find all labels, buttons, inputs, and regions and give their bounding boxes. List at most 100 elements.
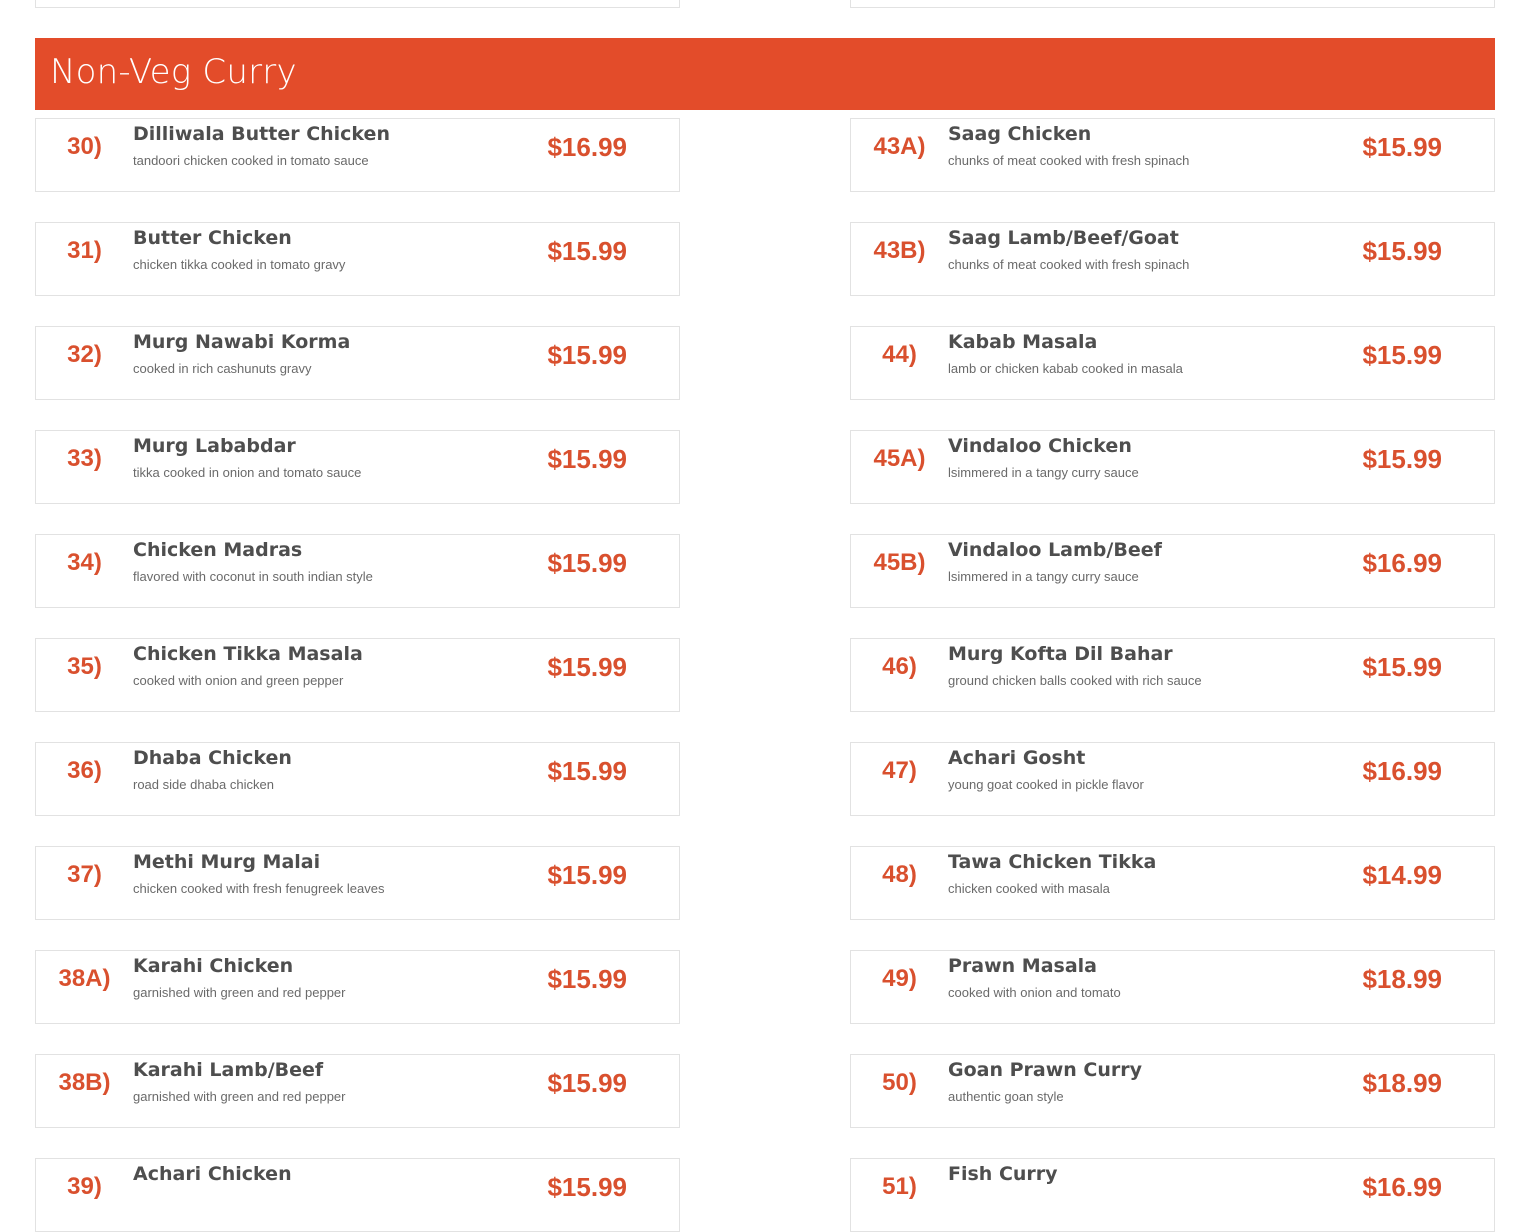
menu-item-card[interactable]: 48) Tawa Chicken Tikka chicken cooked wi… [850, 846, 1495, 920]
item-name: Karahi Chicken [133, 955, 294, 977]
item-number: 35) [67, 653, 102, 680]
item-description: road side dhaba chicken [133, 777, 274, 792]
item-name: Vindaloo Lamb/Beef [948, 539, 1162, 561]
item-number: 47) [882, 757, 917, 784]
item-number: 34) [67, 549, 102, 576]
item-name: Saag Lamb/Beef/Goat [948, 227, 1179, 249]
item-number: 43B) [873, 237, 926, 264]
item-name: Murg Nawabi Korma [133, 331, 351, 353]
item-description: young goat cooked in pickle flavor [948, 777, 1144, 792]
item-description: tandoori chicken cooked in tomato sauce [133, 153, 369, 168]
menu-item-card[interactable]: 43B) Saag Lamb/Beef/Goat chunks of meat … [850, 222, 1495, 296]
menu-item-card[interactable]: 50) Goan Prawn Curry authentic goan styl… [850, 1054, 1495, 1128]
item-name: Saag Chicken [948, 123, 1092, 145]
item-description: flavored with coconut in south indian st… [133, 569, 373, 584]
item-name: Murg Lababdar [133, 435, 296, 457]
item-description: tikka cooked in onion and tomato sauce [133, 465, 362, 480]
item-price: $16.99 [1362, 548, 1442, 578]
previous-section-card-left[interactable] [35, 0, 680, 8]
item-number: 49) [882, 965, 917, 992]
item-number: 39) [67, 1173, 102, 1200]
item-name: Butter Chicken [133, 227, 292, 249]
menu-item-card[interactable]: 49) Prawn Masala cooked with onion and t… [850, 950, 1495, 1024]
menu-item-card[interactable]: 47) Achari Gosht young goat cooked in pi… [850, 742, 1495, 816]
menu-item-card[interactable]: 31) Butter Chicken chicken tikka cooked … [35, 222, 680, 296]
section-header-banner: Non-Veg Curry [35, 38, 1495, 110]
item-price: $18.99 [1362, 1068, 1442, 1098]
item-name: Goan Prawn Curry [948, 1059, 1143, 1081]
item-description: chicken tikka cooked in tomato gravy [133, 257, 346, 272]
item-price: $16.99 [1362, 756, 1442, 786]
menu-item-card[interactable]: 43A) Saag Chicken chunks of meat cooked … [850, 118, 1495, 192]
item-number: 30) [67, 133, 102, 160]
item-name: Murg Kofta Dil Bahar [948, 643, 1173, 665]
section-title: Non-Veg Curry [50, 52, 297, 92]
previous-section-card-right[interactable] [850, 0, 1495, 8]
item-number: 32) [67, 341, 102, 368]
item-description: cooked in rich cashunuts gravy [133, 361, 312, 376]
item-name: Vindaloo Chicken [948, 435, 1132, 457]
item-price: $15.99 [547, 1068, 627, 1098]
item-price: $15.99 [547, 548, 627, 578]
item-name: Fish Curry [948, 1163, 1058, 1185]
item-number: 51) [882, 1173, 917, 1200]
item-number: 38A) [58, 965, 111, 992]
menu-item-card[interactable]: 36) Dhaba Chicken road side dhaba chicke… [35, 742, 680, 816]
item-number: 46) [882, 653, 917, 680]
item-price: $15.99 [547, 236, 627, 266]
item-price: $16.99 [547, 132, 627, 162]
item-description: authentic goan style [948, 1089, 1064, 1104]
item-description: cooked with onion and tomato [948, 985, 1121, 1000]
item-description: ground chicken balls cooked with rich sa… [948, 673, 1202, 688]
item-name: Prawn Masala [948, 955, 1098, 977]
menu-item-card[interactable]: 51) Fish Curry $16.99 [850, 1158, 1495, 1232]
menu-item-card[interactable]: 44) Kabab Masala lamb or chicken kabab c… [850, 326, 1495, 400]
item-price: $15.99 [547, 340, 627, 370]
menu-item-card[interactable]: 39) Achari Chicken $15.99 [35, 1158, 680, 1232]
menu-item-card[interactable]: 34) Chicken Madras flavored with coconut… [35, 534, 680, 608]
item-description: chicken cooked with fresh fenugreek leav… [133, 881, 385, 896]
item-name: Chicken Tikka Masala [133, 643, 363, 665]
item-price: $15.99 [547, 756, 627, 786]
item-price: $15.99 [1362, 652, 1442, 682]
item-number: 36) [67, 757, 102, 784]
item-description: garnished with green and red pepper [133, 985, 346, 1000]
item-name: Tawa Chicken Tikka [948, 851, 1157, 873]
item-price: $15.99 [1362, 340, 1442, 370]
item-name: Methi Murg Malai [133, 851, 321, 873]
item-number: 44) [882, 341, 917, 368]
item-price: $18.99 [1362, 964, 1442, 994]
menu-item-card[interactable]: 30) Dilliwala Butter Chicken tandoori ch… [35, 118, 680, 192]
menu-item-card[interactable]: 38A) Karahi Chicken garnished with green… [35, 950, 680, 1024]
menu-item-card[interactable]: 33) Murg Lababdar tikka cooked in onion … [35, 430, 680, 504]
item-price: $14.99 [1362, 860, 1442, 890]
item-description: garnished with green and red pepper [133, 1089, 346, 1104]
item-name: Chicken Madras [133, 539, 303, 561]
item-name: Achari Chicken [133, 1163, 292, 1185]
item-number: 37) [67, 861, 102, 888]
item-number: 45A) [873, 445, 926, 472]
item-number: 50) [882, 1069, 917, 1096]
item-number: 31) [67, 237, 102, 264]
menu-item-card[interactable]: 45A) Vindaloo Chicken lsimmered in a tan… [850, 430, 1495, 504]
item-name: Dilliwala Butter Chicken [133, 123, 390, 145]
item-name: Kabab Masala [948, 331, 1098, 353]
item-name: Karahi Lamb/Beef [133, 1059, 324, 1081]
item-price: $15.99 [1362, 444, 1442, 474]
item-number: 33) [67, 445, 102, 472]
item-number: 45B) [873, 549, 926, 576]
item-price: $15.99 [547, 652, 627, 682]
menu-item-card[interactable]: 45B) Vindaloo Lamb/Beef lsimmered in a t… [850, 534, 1495, 608]
item-number: 48) [882, 861, 917, 888]
item-name: Achari Gosht [948, 747, 1086, 769]
item-price: $15.99 [1362, 236, 1442, 266]
item-description: lsimmered in a tangy curry sauce [948, 465, 1139, 480]
item-number: 38B) [58, 1069, 111, 1096]
menu-item-card[interactable]: 38B) Karahi Lamb/Beef garnished with gre… [35, 1054, 680, 1128]
menu-item-card[interactable]: 32) Murg Nawabi Korma cooked in rich cas… [35, 326, 680, 400]
item-price: $15.99 [547, 444, 627, 474]
item-description: chunks of meat cooked with fresh spinach [948, 257, 1190, 272]
menu-item-card[interactable]: 37) Methi Murg Malai chicken cooked with… [35, 846, 680, 920]
menu-item-card[interactable]: 46) Murg Kofta Dil Bahar ground chicken … [850, 638, 1495, 712]
menu-item-card[interactable]: 35) Chicken Tikka Masala cooked with oni… [35, 638, 680, 712]
